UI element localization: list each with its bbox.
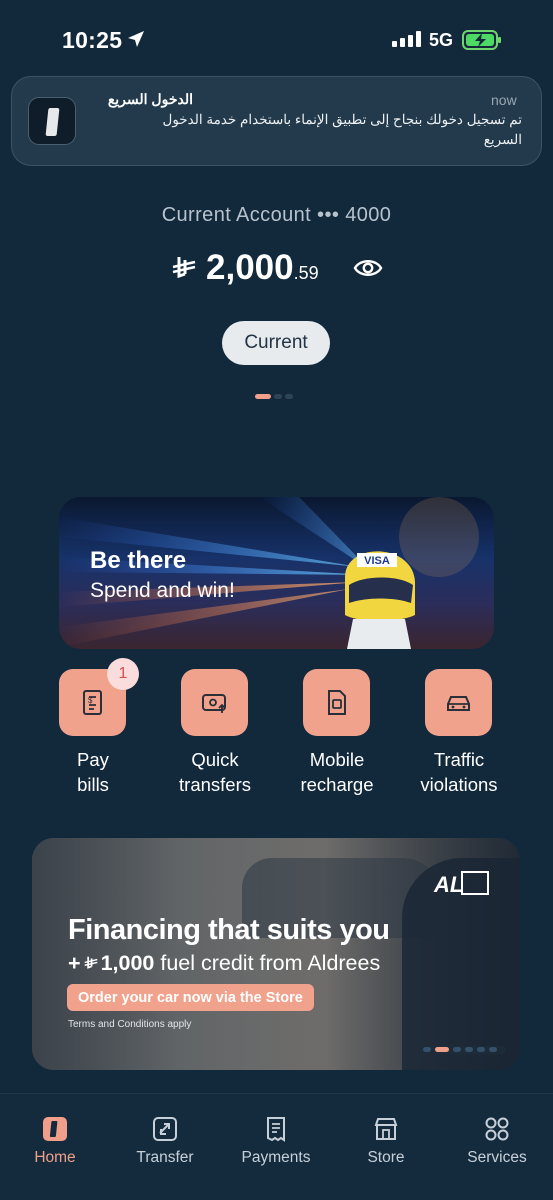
status-bar: 10:25 5G bbox=[0, 0, 553, 80]
balance-decimal: .59 bbox=[293, 263, 319, 283]
network-type: 5G bbox=[429, 30, 454, 50]
banner-page-indicator bbox=[420, 1046, 506, 1054]
helmet-graphic: VISA bbox=[345, 551, 415, 649]
tab-home[interactable]: Home bbox=[0, 1116, 110, 1167]
helmet-text: VISA bbox=[364, 555, 390, 567]
traffic-violations-label: Traffic violations bbox=[420, 749, 498, 795]
riyal-small-icon bbox=[84, 956, 98, 969]
grid-icon bbox=[485, 1117, 509, 1141]
notification-title: الدخول السريع bbox=[107, 91, 193, 107]
app-logo-icon bbox=[28, 97, 76, 145]
bill-icon: $ bbox=[83, 690, 102, 715]
financing-subtitle: +1,000 fuel credit from Aldrees bbox=[68, 951, 381, 975]
status-time: 10:25 bbox=[62, 27, 123, 53]
tab-store[interactable]: Store bbox=[331, 1116, 441, 1167]
account-page-indicator bbox=[255, 394, 293, 399]
terms-text: Terms and Conditions apply bbox=[68, 1019, 192, 1030]
quick-transfers-label: Quick transfers bbox=[179, 749, 251, 795]
home-icon bbox=[43, 1117, 67, 1141]
order-car-button[interactable]: Order your car now via the Store bbox=[67, 984, 314, 1011]
riyal-currency-icon bbox=[172, 257, 196, 279]
receipt-icon bbox=[267, 1117, 285, 1142]
account-balance: 2,000 .59 bbox=[170, 248, 319, 288]
battery-icon bbox=[462, 30, 501, 50]
mobile-recharge-button[interactable] bbox=[303, 669, 370, 736]
bottom-tab-bar: Home Transfer Payments Store Services bbox=[0, 1093, 553, 1200]
quick-transfer-icon bbox=[202, 694, 226, 713]
location-arrow-icon bbox=[128, 31, 144, 47]
promo-banner-financing[interactable]: AL Financing that suits you +1,000 fuel … bbox=[32, 838, 520, 1070]
tab-services[interactable]: Services bbox=[442, 1116, 552, 1167]
financing-title: Financing that suits you bbox=[68, 914, 390, 946]
transfer-icon bbox=[153, 1117, 177, 1141]
notification-body: تم تسجيل دخولك بنجاح إلى تطبيق الإنماء ب… bbox=[162, 112, 522, 147]
promo-subline: Spend and win! bbox=[90, 579, 235, 602]
car-icon bbox=[447, 696, 470, 711]
aldrees-logo: AL bbox=[433, 871, 489, 897]
svg-text:$: $ bbox=[88, 696, 93, 705]
account-type-pill[interactable]: Current bbox=[222, 321, 330, 365]
quick-transfers-button[interactable] bbox=[181, 669, 248, 736]
store-icon bbox=[374, 1118, 398, 1140]
eye-icon[interactable] bbox=[353, 256, 383, 280]
traffic-violations-button[interactable] bbox=[425, 669, 492, 736]
notification-time: now bbox=[491, 92, 517, 108]
account-name[interactable]: Current Account ••• 4000 bbox=[0, 204, 553, 227]
signal-bars-icon bbox=[392, 31, 421, 47]
pay-bills-label: Pay bills bbox=[77, 749, 109, 795]
sim-card-icon bbox=[328, 690, 346, 715]
promo-banner-visa[interactable]: Be there Spend and win! VISA bbox=[59, 497, 494, 649]
promo-headline: Be there bbox=[90, 547, 187, 574]
tab-transfer[interactable]: Transfer bbox=[110, 1116, 220, 1167]
svg-text:AL: AL bbox=[433, 872, 463, 897]
tab-payments[interactable]: Payments bbox=[221, 1116, 331, 1167]
mobile-recharge-label: Mobile recharge bbox=[300, 749, 374, 795]
balance-main: 2,000 bbox=[206, 248, 294, 287]
pay-bills-badge: 1 bbox=[107, 658, 139, 690]
